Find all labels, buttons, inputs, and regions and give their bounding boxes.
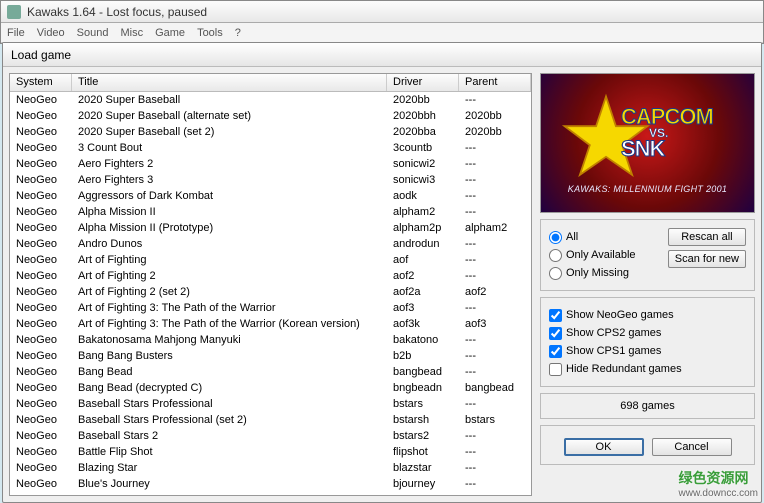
- menu-tools[interactable]: Tools: [197, 27, 223, 39]
- load-game-dialog: Load game System Title Driver Parent Neo…: [2, 42, 762, 503]
- titlebar: Kawaks 1.64 - Lost focus, paused: [1, 1, 763, 23]
- cancel-button[interactable]: Cancel: [652, 438, 732, 456]
- col-driver[interactable]: Driver: [387, 74, 459, 91]
- game-list[interactable]: System Title Driver Parent NeoGeo2020 Su…: [9, 73, 532, 496]
- dialog-title: Load game: [3, 43, 761, 67]
- app-icon: [7, 5, 21, 19]
- table-row[interactable]: NeoGeoArt of Fighting 3: The Path of the…: [10, 300, 531, 316]
- preview-subtitle: KAWAKS: MILLENNIUM FIGHT 2001: [541, 184, 754, 194]
- table-row[interactable]: NeoGeo2020 Super Baseball (alternate set…: [10, 108, 531, 124]
- check-cps2[interactable]: Show CPS2 games: [549, 324, 746, 342]
- scan-new-button[interactable]: Scan for new: [668, 250, 746, 268]
- table-row[interactable]: NeoGeo3 Count Bout3countb---: [10, 140, 531, 156]
- table-row[interactable]: NeoGeoArt of Fighting 2 (set 2)aof2aaof2: [10, 284, 531, 300]
- radio-all[interactable]: All: [549, 228, 662, 246]
- rescan-button[interactable]: Rescan all: [668, 228, 746, 246]
- table-row[interactable]: NeoGeo2020 Super Baseball2020bb---: [10, 92, 531, 108]
- col-system[interactable]: System: [10, 74, 72, 91]
- table-row[interactable]: NeoGeoAero Fighters 3sonicwi3---: [10, 172, 531, 188]
- col-title[interactable]: Title: [72, 74, 387, 91]
- table-row[interactable]: NeoGeoBlue's Journeybjourney---: [10, 476, 531, 492]
- show-panel: Show NeoGeo games Show CPS2 games Show C…: [540, 297, 755, 387]
- list-header: System Title Driver Parent: [10, 74, 531, 92]
- menu-video[interactable]: Video: [37, 27, 65, 39]
- table-row[interactable]: NeoGeo2020 Super Baseball (set 2)2020bba…: [10, 124, 531, 140]
- count-panel: 698 games: [540, 393, 755, 419]
- table-row[interactable]: NeoGeoArt of Fightingaof---: [10, 252, 531, 268]
- table-row[interactable]: NeoGeoBang Beadbangbead---: [10, 364, 531, 380]
- table-row[interactable]: NeoGeoArt of Fighting 2aof2---: [10, 268, 531, 284]
- main-window: Kawaks 1.64 - Lost focus, paused File Vi…: [0, 0, 764, 44]
- table-row[interactable]: NeoGeoAlpha Mission IIalpham2---: [10, 204, 531, 220]
- menu-game[interactable]: Game: [155, 27, 185, 39]
- table-row[interactable]: NeoGeoBaseball Stars Professional (set 2…: [10, 412, 531, 428]
- table-row[interactable]: NeoGeoArt of Fighting 3: The Path of the…: [10, 316, 531, 332]
- menu-misc[interactable]: Misc: [120, 27, 143, 39]
- filter-panel: All Only Available Only Missing Rescan a…: [540, 219, 755, 291]
- check-redundant[interactable]: Hide Redundant games: [549, 360, 746, 378]
- table-row[interactable]: NeoGeoBaseball Stars 2bstars2---: [10, 428, 531, 444]
- check-cps1[interactable]: Show CPS1 games: [549, 342, 746, 360]
- preview-image: CAPCOM VS. SNK KAWAKS: MILLENNIUM FIGHT …: [540, 73, 755, 213]
- table-row[interactable]: NeoGeoAndro Dunosandrodun---: [10, 236, 531, 252]
- table-row[interactable]: NeoGeoBaseball Stars Professionalbstars-…: [10, 396, 531, 412]
- radio-missing[interactable]: Only Missing: [549, 264, 662, 282]
- table-row[interactable]: NeoGeoBreakersbreakers---: [10, 492, 531, 495]
- ok-button[interactable]: OK: [564, 438, 644, 456]
- table-row[interactable]: NeoGeoBlazing Starblazstar---: [10, 460, 531, 476]
- list-body[interactable]: NeoGeo2020 Super Baseball2020bb---NeoGeo…: [10, 92, 531, 495]
- table-row[interactable]: NeoGeoAero Fighters 2sonicwi2---: [10, 156, 531, 172]
- okcancel-panel: OK Cancel: [540, 425, 755, 465]
- menu-file[interactable]: File: [7, 27, 25, 39]
- check-neogeo[interactable]: Show NeoGeo games: [549, 306, 746, 324]
- table-row[interactable]: NeoGeoBattle Flip Shotflipshot---: [10, 444, 531, 460]
- table-row[interactable]: NeoGeoBang Bead (decrypted C)bngbeadnban…: [10, 380, 531, 396]
- table-row[interactable]: NeoGeoAggressors of Dark Kombataodk---: [10, 188, 531, 204]
- table-row[interactable]: NeoGeoBakatonosama Mahjong Manyukibakato…: [10, 332, 531, 348]
- window-title: Kawaks 1.64 - Lost focus, paused: [27, 5, 207, 19]
- table-row[interactable]: NeoGeoBang Bang Bustersb2b---: [10, 348, 531, 364]
- table-row[interactable]: NeoGeoAlpha Mission II (Prototype)alpham…: [10, 220, 531, 236]
- menu-sound[interactable]: Sound: [77, 27, 109, 39]
- menu-help[interactable]: ?: [235, 27, 241, 39]
- preview-caption: CAPCOM VS. SNK: [621, 104, 713, 162]
- radio-available[interactable]: Only Available: [549, 246, 662, 264]
- menubar: File Video Sound Misc Game Tools ?: [1, 23, 763, 43]
- side-panel: CAPCOM VS. SNK KAWAKS: MILLENNIUM FIGHT …: [540, 73, 755, 496]
- col-parent[interactable]: Parent: [459, 74, 531, 91]
- watermark: 绿色资源网 www.downcc.com: [679, 468, 758, 499]
